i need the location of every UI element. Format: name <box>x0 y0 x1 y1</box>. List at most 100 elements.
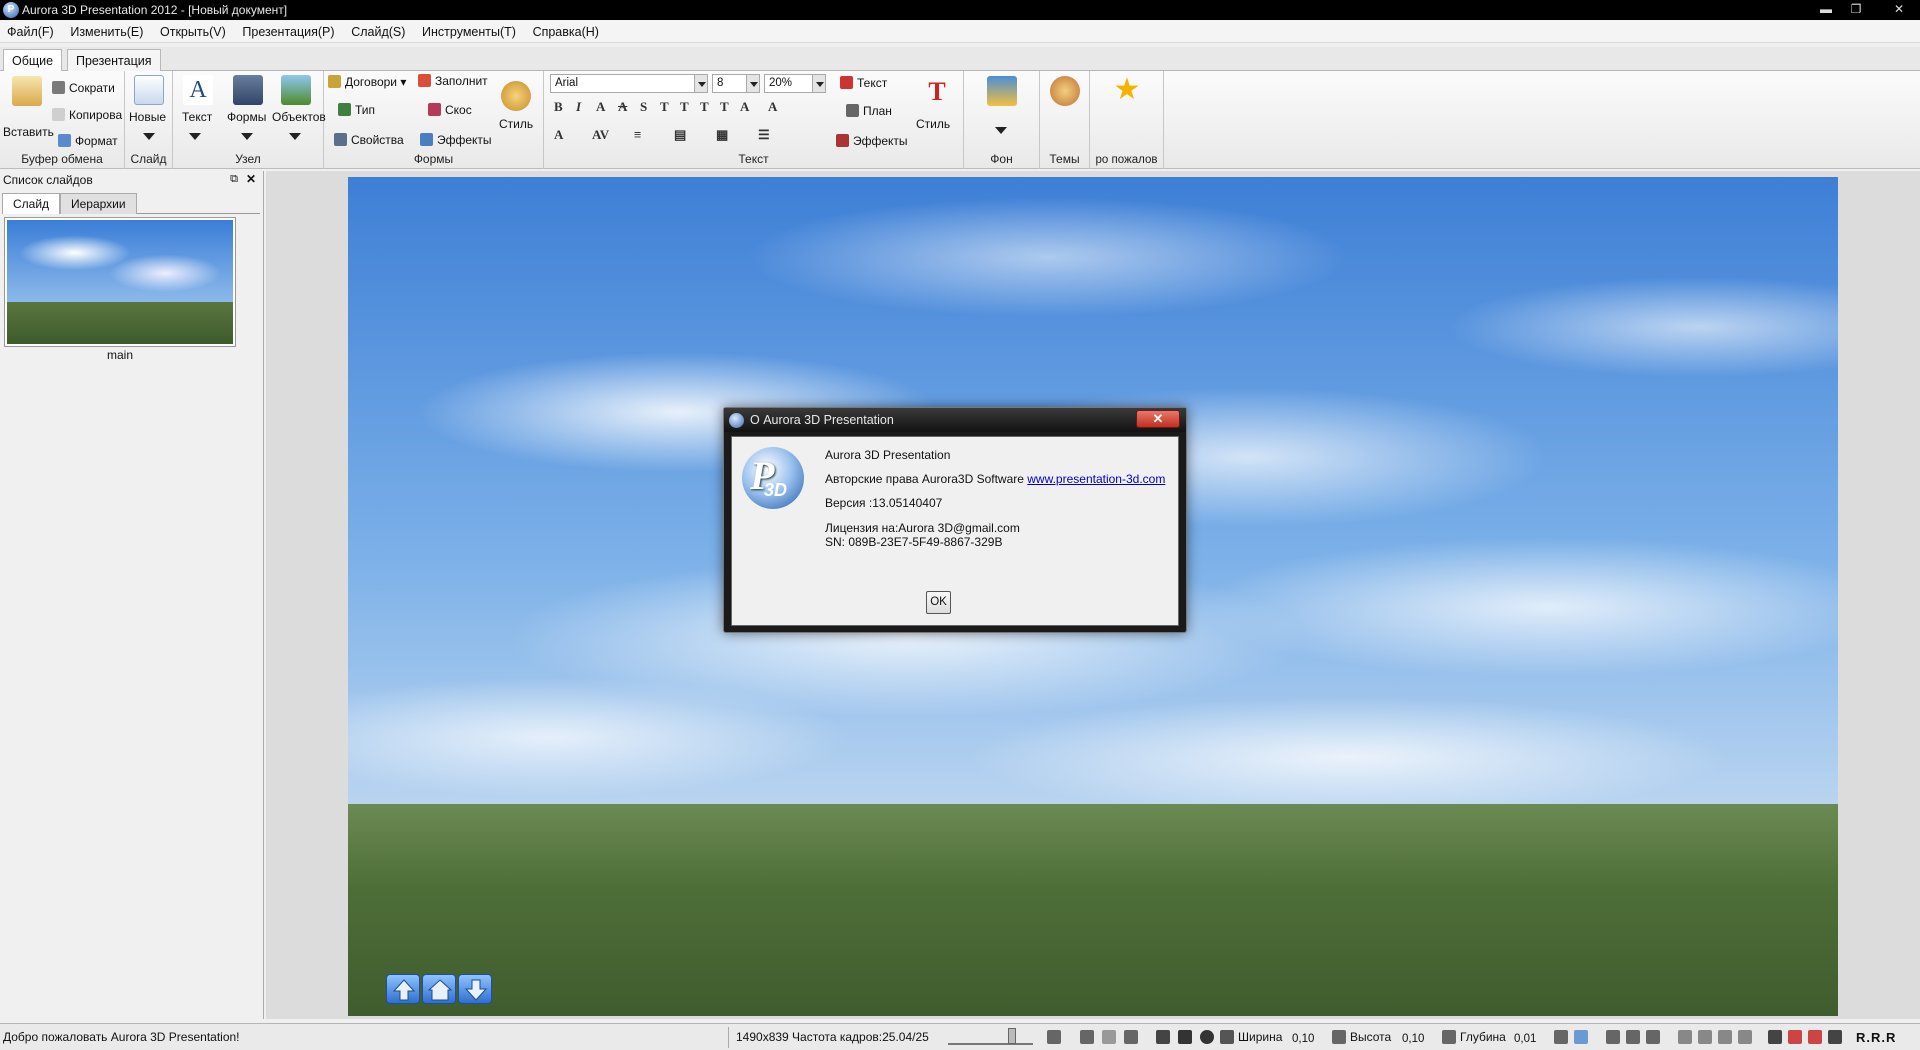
select-tool-icon[interactable] <box>1156 1030 1170 1044</box>
rotate-tool-icon[interactable] <box>1200 1030 1214 1044</box>
height-value[interactable]: 0,10 <box>1402 1033 1424 1045</box>
shapes-button[interactable]: Формы <box>227 110 266 124</box>
list-icon[interactable]: ☰ <box>758 127 770 143</box>
copy-label: Копирова <box>69 108 123 122</box>
grid-icon-2[interactable] <box>1626 1030 1640 1044</box>
minimize-button[interactable]: ▬ <box>1815 1 1837 17</box>
dialog-close-button[interactable]: ✕ <box>1136 410 1180 428</box>
pause-icon[interactable] <box>1047 1030 1061 1044</box>
nav-home-button[interactable] <box>422 974 456 1004</box>
stop-icon[interactable] <box>1124 1030 1138 1044</box>
tab-slide[interactable]: Слайд <box>2 193 61 214</box>
star-icon[interactable]: ★ <box>1112 75 1142 105</box>
strikethrough-icon[interactable]: A <box>618 99 627 115</box>
shape-effects-button[interactable]: Эффекты <box>420 133 492 147</box>
move-tool-icon[interactable] <box>1178 1030 1192 1044</box>
text-button[interactable]: Текст <box>182 110 212 124</box>
width-value[interactable]: 0,10 <box>1292 1033 1314 1045</box>
font-select[interactable]: Arial <box>550 74 708 93</box>
menu-tools[interactable]: Инструменты(T) <box>415 21 522 39</box>
shape-style-button[interactable]: Стиль <box>499 117 533 131</box>
nav-up-button[interactable] <box>386 974 420 1004</box>
tab-general[interactable]: Общие <box>3 49 63 71</box>
objects-dropdown-icon[interactable] <box>289 133 301 140</box>
layout-icon-3[interactable] <box>1718 1030 1732 1044</box>
objects-button[interactable]: Объектов <box>272 110 326 124</box>
layout-icon-1[interactable] <box>1678 1030 1692 1044</box>
menu-file[interactable]: Файл(F) <box>0 21 60 39</box>
render-mode-marks[interactable]: R.R.R <box>1856 1030 1896 1045</box>
columns-icon[interactable]: ▦ <box>716 127 728 143</box>
new-slide-button[interactable]: Новые <box>129 110 166 124</box>
percent-select[interactable]: 20% <box>764 74 826 93</box>
layout-icon-2[interactable] <box>1698 1030 1712 1044</box>
depth-icon[interactable] <box>1442 1030 1456 1044</box>
grid-icon-1[interactable] <box>1606 1030 1620 1044</box>
fps-slider[interactable] <box>948 1028 1033 1045</box>
close-window-button[interactable]: ✕ <box>1888 1 1910 17</box>
group-welcome: ★ ро пожалов <box>1090 71 1164 169</box>
align-icon-2[interactable] <box>1788 1030 1802 1044</box>
website-link[interactable]: www.presentation-3d.com <box>1027 472 1165 486</box>
grid-icon-3[interactable] <box>1646 1030 1660 1044</box>
slide-thumbnail[interactable] <box>4 217 236 347</box>
fps-slider-thumb[interactable] <box>1008 1028 1016 1044</box>
shapes-dropdown-icon[interactable] <box>241 133 253 140</box>
font-size-select[interactable]: 8 <box>712 74 760 93</box>
layout-icon-4[interactable] <box>1738 1030 1752 1044</box>
text-style-button[interactable]: Стиль <box>916 117 950 131</box>
tab-presentation[interactable]: Презентация <box>67 49 161 71</box>
view-icon-2[interactable] <box>1574 1030 1588 1044</box>
highlight-color-icon[interactable]: A <box>768 99 777 115</box>
text-dropdown-icon[interactable] <box>189 133 201 140</box>
close-panel-icon[interactable]: ✕ <box>246 172 256 186</box>
nav-down-button[interactable] <box>458 974 492 1004</box>
themes-icon[interactable] <box>1050 76 1080 106</box>
shadow-s-icon[interactable]: S <box>640 99 647 115</box>
line-spacing-icon[interactable]: ≡ <box>634 127 641 143</box>
align-icon-1[interactable] <box>1768 1030 1782 1044</box>
align-icon-3[interactable] <box>1808 1030 1822 1044</box>
type-button[interactable]: Тип <box>338 103 375 117</box>
menu-presentation[interactable]: Презентация(P) <box>235 21 340 39</box>
align-icon[interactable]: ▤ <box>674 127 686 143</box>
menu-help[interactable]: Справка(H) <box>526 21 605 39</box>
view-icon-1[interactable] <box>1554 1030 1568 1044</box>
vertical-text-icon[interactable]: T <box>720 99 729 115</box>
bold-icon[interactable]: B <box>554 99 563 115</box>
subscript-icon[interactable]: T <box>680 99 689 115</box>
text-t-icon[interactable]: T <box>660 99 669 115</box>
font-color-icon[interactable]: A <box>740 99 749 115</box>
font-scale-icon[interactable]: A <box>554 127 563 143</box>
text-effects-button[interactable]: Эффекты <box>836 134 908 148</box>
scale-tool-icon[interactable] <box>1220 1030 1234 1044</box>
bevel-button[interactable]: Скос <box>428 103 472 117</box>
new-slide-dropdown-icon[interactable] <box>143 133 155 140</box>
float-panel-icon[interactable]: ⧉ <box>230 173 238 186</box>
char-spacing-icon[interactable]: AV <box>592 127 609 143</box>
frame-text-icon[interactable]: T <box>700 99 709 115</box>
properties-button[interactable]: Свойства <box>334 133 404 147</box>
depth-value[interactable]: 0,01 <box>1514 1033 1536 1045</box>
paste-button[interactable]: Вставить <box>3 125 54 139</box>
copy-button[interactable]: Копирова <box>52 108 122 122</box>
height-icon[interactable] <box>1332 1030 1346 1044</box>
frame-icon[interactable] <box>1080 1030 1094 1044</box>
cut-button[interactable]: Сократи <box>52 81 115 95</box>
outline-a-icon[interactable]: A <box>596 99 605 115</box>
italic-icon[interactable]: I <box>576 99 581 115</box>
text-plan-button[interactable]: План <box>846 104 892 118</box>
menu-slide[interactable]: Слайд(S) <box>344 21 411 39</box>
tab-hierarchy[interactable]: Иерархии <box>60 193 137 214</box>
menu-edit[interactable]: Изменить(E) <box>63 21 149 39</box>
text-style-text-button[interactable]: Текст <box>840 76 887 90</box>
background-dropdown-icon[interactable] <box>995 127 1007 134</box>
contract-button[interactable]: Договори ▾ <box>328 75 406 89</box>
align-icon-4[interactable] <box>1828 1030 1842 1044</box>
fill-button[interactable]: Заполнит <box>418 74 488 88</box>
restore-button[interactable]: ❐ <box>1845 1 1867 17</box>
format-painter-button[interactable]: Формат <box>58 134 118 148</box>
ok-button[interactable]: OK <box>926 591 951 614</box>
play-icon[interactable] <box>1102 1030 1116 1044</box>
menu-view[interactable]: Открыть(V) <box>153 21 232 39</box>
